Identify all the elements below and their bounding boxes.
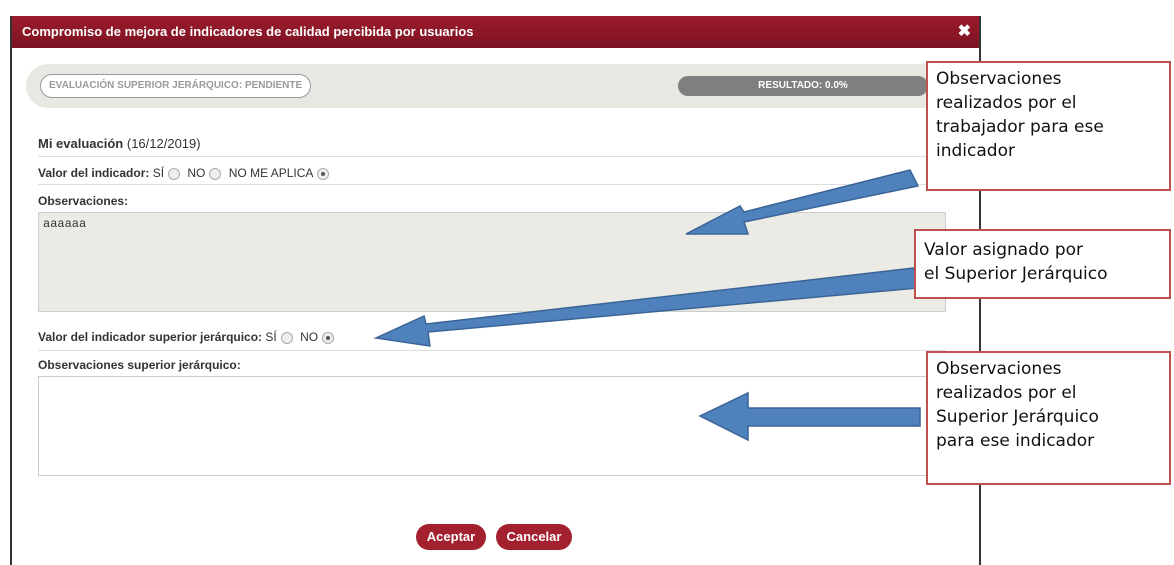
callout-superior-observations: Observaciones realizados por el Superior… bbox=[926, 351, 1171, 485]
callout-worker-observations: Observaciones realizados por el trabajad… bbox=[926, 61, 1171, 191]
callout-line: Observaciones bbox=[936, 359, 1062, 379]
callout-line: realizados por el bbox=[936, 93, 1077, 113]
callout-line: realizados por el bbox=[936, 383, 1077, 403]
callout-line: indicador bbox=[936, 141, 1015, 161]
callout-line: trabajador para ese bbox=[936, 117, 1104, 137]
arrow-to-superior-value bbox=[373, 267, 919, 347]
callout-superior-value: Valor asignado por el Superior Jerárquic… bbox=[914, 229, 1171, 299]
callout-line: el Superior Jerárquico bbox=[924, 264, 1108, 284]
arrow-to-observations bbox=[685, 169, 920, 235]
callout-line: Valor asignado por bbox=[924, 240, 1084, 260]
callout-line: Observaciones bbox=[936, 69, 1062, 89]
arrow-to-superior-observations bbox=[698, 391, 921, 442]
callout-line: Superior Jerárquico bbox=[936, 407, 1099, 427]
callout-line: para ese indicador bbox=[936, 431, 1095, 451]
